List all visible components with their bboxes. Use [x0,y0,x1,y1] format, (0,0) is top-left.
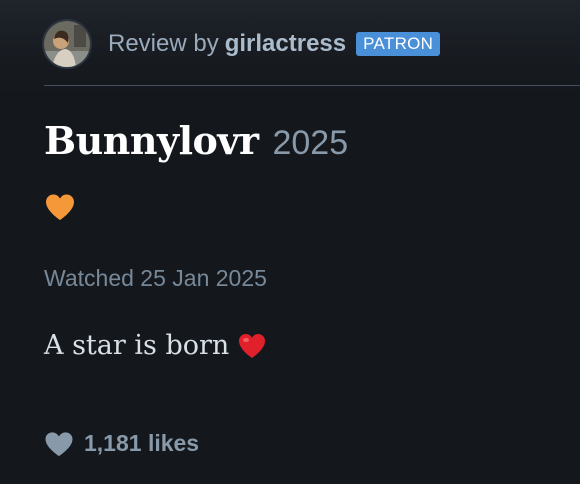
watched-date: Watched 25 Jan 2025 [44,265,267,291]
review-body: A star is born [44,330,267,361]
film-year-link[interactable]: 2025 [272,124,348,163]
review-header: Review by girlactress PATRON [44,20,441,68]
red-heart-icon [239,333,266,358]
liked-heart-icon [46,194,74,220]
likes-count[interactable]: 1,181 likes [84,430,199,457]
review-by-prefix: Review by [108,30,219,57]
film-title-link[interactable]: Bunnylovr [44,118,259,163]
avatar-image [44,21,90,67]
avatar[interactable] [44,21,90,67]
likes-row[interactable]: 1,181 likes [44,430,199,457]
header-divider [44,85,580,86]
review-text: A star is born [44,330,230,361]
reviewer-username-link[interactable]: girlactress [225,30,346,57]
film-heading: Bunnylovr 2025 [44,118,348,163]
patron-badge: PATRON [356,32,441,56]
heart-icon[interactable] [44,431,74,457]
review-by-label: Review by girlactress [108,30,346,58]
